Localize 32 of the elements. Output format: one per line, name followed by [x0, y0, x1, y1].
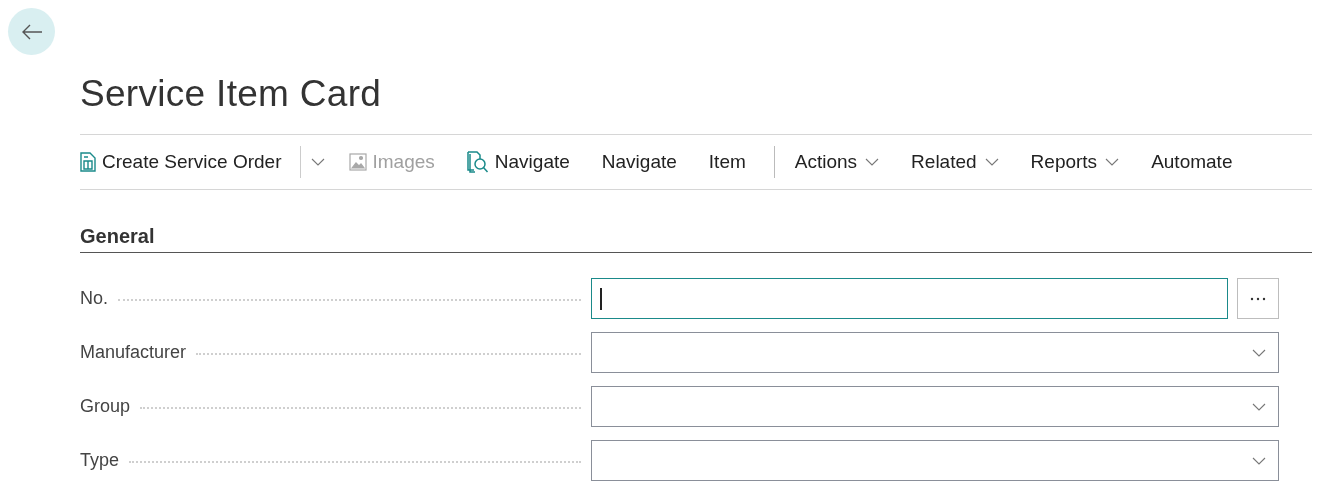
field-label: Type: [80, 450, 120, 471]
lookup-button[interactable]: [1237, 278, 1279, 319]
chevron-down-icon: [984, 158, 999, 166]
field-label: No.: [80, 288, 108, 309]
chevron-down-icon: [310, 158, 325, 166]
dropdown-field[interactable]: [591, 386, 1279, 427]
chevron-down-icon: [865, 158, 880, 166]
chevron-down-icon: [1252, 456, 1266, 465]
toolbar-button[interactable]: Navigate: [450, 144, 586, 180]
chevron-down-icon: [1252, 348, 1266, 357]
toolbar-button[interactable]: Navigate: [585, 144, 693, 180]
menu-button[interactable]: Actions: [778, 144, 896, 180]
image-icon: [348, 153, 367, 171]
menu-button[interactable]: Related: [895, 144, 1015, 180]
chevron-down-icon: [1252, 402, 1266, 411]
toolbar-button[interactable]: Create Service Order: [80, 144, 298, 180]
magnifier-document-icon: [466, 151, 489, 173]
dropdown-field[interactable]: [591, 332, 1279, 373]
document-icon: [80, 152, 96, 172]
back-arrow-icon: [20, 23, 43, 40]
field-label: Group: [80, 396, 131, 417]
back-button[interactable]: [8, 8, 55, 55]
toolbar-button[interactable]: Item: [692, 144, 762, 180]
chevron-down-icon: [1105, 158, 1120, 166]
section-title: General: [80, 220, 1312, 253]
toolbar-button[interactable]: Automate: [1135, 144, 1249, 180]
dropdown-field[interactable]: [591, 440, 1279, 481]
input-field[interactable]: [591, 278, 1228, 319]
page-title: Service Item Card: [80, 72, 383, 116]
menu-button[interactable]: Reports: [1014, 144, 1136, 180]
field-label: Manufacturer: [80, 342, 187, 363]
more-icon: [1250, 296, 1266, 301]
